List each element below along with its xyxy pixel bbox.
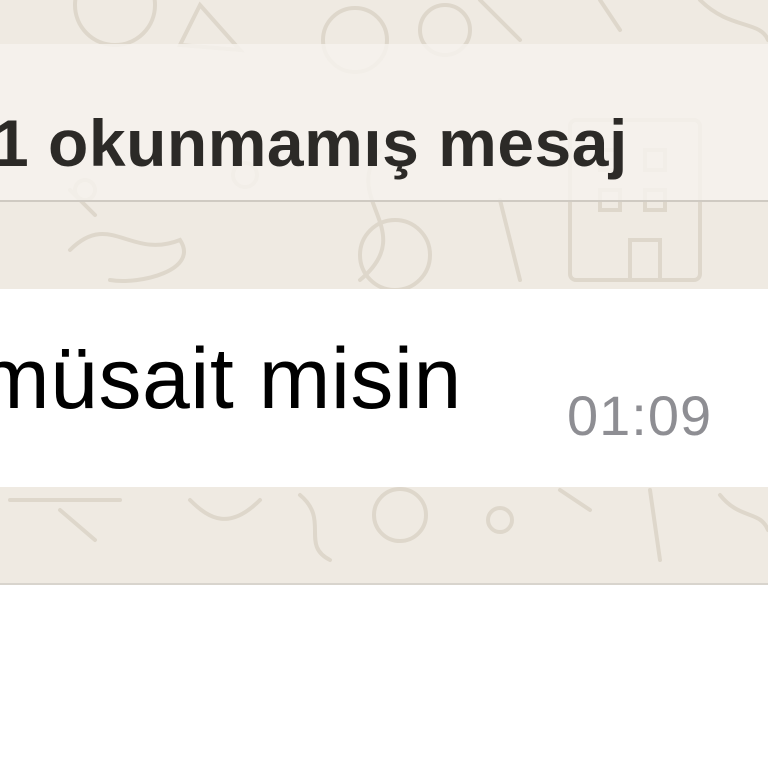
message-timestamp: 01:09 <box>567 384 713 447</box>
chat-wallpaper: 1 okunmamış mesaj müsait misin 01:09 <box>0 0 768 583</box>
chat-screen: 1 okunmamış mesaj müsait misin 01:09 <box>0 0 768 768</box>
divider <box>0 583 768 585</box>
unread-messages-label: 1 okunmamış mesaj <box>0 106 628 180</box>
message-text: müsait misin <box>0 331 462 427</box>
unread-messages-banner: 1 okunmamış mesaj <box>0 44 768 202</box>
